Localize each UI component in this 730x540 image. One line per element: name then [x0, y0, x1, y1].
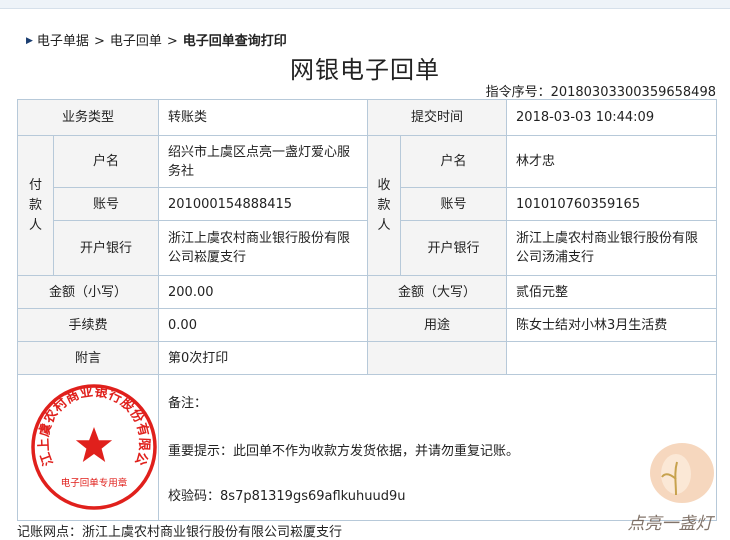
purpose-label: 用途	[367, 308, 508, 342]
empty-value-cell	[506, 341, 718, 375]
payer-name-value: 绍兴市上虞区点亮一盏灯爱心服务社	[158, 135, 369, 188]
payer-bank-value: 浙江上虞农村商业银行股份有限公司崧厦支行	[158, 220, 369, 276]
fee-value: 0.00	[158, 308, 369, 342]
payee-side-label: 收款人	[367, 135, 402, 276]
important-tip: 重要提示：此回单不作为收款方发货依据，并请勿重复记账。	[168, 444, 520, 459]
amount-small-value: 200.00	[158, 275, 369, 309]
payee-side-text: 收款人	[377, 177, 391, 233]
seal-cell: 浙江上虞农村商业银行股份有限公司 电子回单专用章	[16, 374, 160, 521]
page-title: 网银电子回单	[290, 56, 440, 84]
payee-account-label: 账号	[400, 187, 508, 221]
posting-branch: 记账网点：浙江上虞农村商业银行股份有限公司崧厦支行	[17, 525, 343, 540]
breadcrumb-separator: >	[166, 34, 178, 49]
watermark-text: 点亮一盏灯	[628, 514, 716, 534]
amount-big-label: 金额（大写）	[367, 275, 508, 309]
payer-name-label: 户名	[52, 135, 160, 188]
empty-label-cell	[367, 341, 508, 375]
table-row: 付款人 户名 绍兴市上虞区点亮一盏灯爱心服务社 收款人 户名 林才忠	[17, 135, 718, 276]
checksum-label: 校验码：	[168, 489, 221, 504]
payee-name-label: 户名	[400, 135, 508, 188]
table-row: 浙江上虞农村商业银行股份有限公司 电子回单专用章 备注： 重要提示：此回单不作为…	[16, 374, 718, 521]
payer-side-text: 付款人	[28, 177, 42, 233]
table-row: 附言 第0次打印	[16, 341, 718, 375]
breadcrumb-item-electronic-docs[interactable]: 电子单据	[37, 34, 89, 49]
submit-time-value: 2018-03-03 10:44:09	[506, 99, 718, 136]
table-row: 开户银行 浙江上虞农村商业银行股份有限公司崧厦支行 开户银行 浙江上虞农村商业银…	[18, 220, 718, 276]
table-row: 金额（小写） 200.00 金额（大写） 贰佰元整	[16, 275, 718, 309]
serial-label: 指令序号：	[485, 85, 551, 100]
note-label: 备注：	[168, 396, 208, 411]
payee-name-value: 林才忠	[506, 135, 718, 188]
dianliang-logo-watermark: 点亮一盏灯	[628, 443, 716, 534]
breadcrumb-separator: >	[93, 34, 105, 49]
breadcrumb-arrow-icon: ▶	[26, 36, 33, 46]
business-type-label: 业务类型	[16, 99, 160, 136]
submit-time-label: 提交时间	[367, 99, 508, 136]
payee-account-value: 101010760359165	[506, 187, 718, 221]
seal-star-icon	[75, 427, 113, 462]
serial-value: 20180303300359658498	[550, 85, 716, 100]
bank-seal-stamp: 浙江上虞农村商业银行股份有限公司 电子回单专用章	[29, 382, 157, 510]
checksum-value: 8s7p81319gs69aflkuhuud9u	[220, 489, 406, 504]
top-strip	[0, 0, 730, 9]
payee-bank-value: 浙江上虞农村商业银行股份有限公司汤浦支行	[506, 220, 718, 276]
payer-account-value: 201000154888415	[158, 187, 369, 221]
payee-bank-label: 开户银行	[400, 220, 508, 276]
receipt-table: 业务类型 转账类 提交时间 2018-03-03 10:44:09 付款人 户名…	[16, 99, 718, 521]
payer-side-label: 付款人	[17, 135, 54, 276]
fee-label: 手续费	[16, 308, 160, 342]
purpose-value: 陈女士结对小林3月生活费	[506, 308, 718, 342]
table-row: 账号 201000154888415 账号 101010760359165	[18, 187, 718, 221]
breadcrumb: ▶ 电子单据 > 电子回单 > 电子回单查询打印	[26, 30, 287, 49]
payer-account-label: 账号	[52, 187, 160, 221]
payer-bank-label: 开户银行	[52, 220, 160, 276]
breadcrumb-item-electronic-receipt[interactable]: 电子回单	[110, 34, 162, 49]
remark-value: 第0次打印	[158, 341, 369, 375]
business-type-value: 转账类	[158, 99, 369, 136]
breadcrumb-current: 电子回单查询打印	[182, 34, 287, 49]
amount-big-value: 贰佰元整	[506, 275, 718, 309]
checksum-line: 校验码：8s7p81319gs69aflkuhuud9u	[168, 487, 406, 506]
table-row: 业务类型 转账类 提交时间 2018-03-03 10:44:09	[16, 99, 718, 136]
seal-bottom-text: 电子回单专用章	[61, 477, 128, 489]
amount-small-label: 金额（小写）	[16, 275, 160, 309]
instruction-serial: 指令序号：20180303300359658498	[486, 81, 716, 100]
remark-label: 附言	[16, 341, 160, 375]
table-row: 手续费 0.00 用途 陈女士结对小林3月生活费	[16, 308, 718, 342]
